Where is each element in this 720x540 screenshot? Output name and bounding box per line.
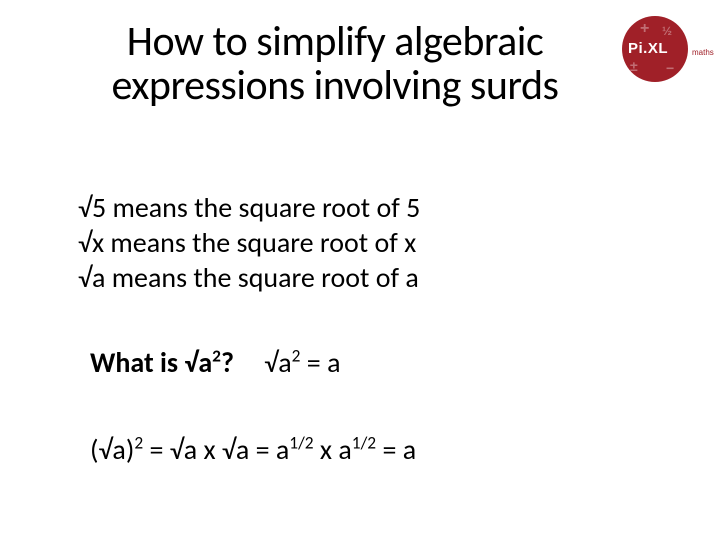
exp-e1: 2 bbox=[134, 432, 143, 454]
logo-subtext: maths bbox=[692, 48, 714, 57]
exp-part2: = √a x √a = a bbox=[143, 432, 289, 467]
question-prefix: What is √a bbox=[90, 345, 212, 380]
slide-title: How to simplify algebraic expressions in… bbox=[60, 20, 610, 108]
question-exponent: 2 bbox=[212, 345, 221, 367]
exp-part3: x a bbox=[314, 432, 352, 467]
logo-half-icon: ½ bbox=[662, 24, 672, 38]
answer-lhs-prefix: √a bbox=[264, 345, 291, 380]
exp-part4: = a bbox=[376, 432, 416, 467]
answer-text: √a2 = a bbox=[264, 345, 340, 380]
question-text: What is √a2? bbox=[90, 345, 240, 380]
logo-plus-icon: + bbox=[640, 20, 649, 38]
logo-minus-icon: − bbox=[666, 60, 674, 76]
exp-part1: (√a) bbox=[90, 432, 134, 467]
definition-line-3: √a means the square root of a bbox=[78, 260, 420, 295]
definition-line-2: √x means the square root of x bbox=[78, 225, 420, 260]
definition-line-1: √5 means the square root of 5 bbox=[78, 190, 420, 225]
answer-rhs: = a bbox=[300, 345, 340, 380]
expansion-line: (√a)2 = √a x √a = a1/2 x a1/2 = a bbox=[90, 432, 416, 467]
definitions-block: √5 means the square root of 5 √x means t… bbox=[78, 190, 420, 295]
logo-plusminus-icon: ± bbox=[630, 58, 638, 74]
exp-e2: 1/2 bbox=[289, 432, 313, 454]
question-answer-line: What is √a2? √a2 = a bbox=[90, 345, 341, 380]
logo-circle: + ½ ± − Pi.XL bbox=[622, 16, 688, 82]
logo-brand-text: Pi.XL bbox=[628, 40, 668, 57]
pixl-logo: + ½ ± − Pi.XL maths bbox=[622, 16, 698, 92]
question-suffix: ? bbox=[221, 345, 234, 380]
slide-title-wrap: How to simplify algebraic expressions in… bbox=[0, 20, 720, 108]
exp-e3: 1/2 bbox=[352, 432, 376, 454]
